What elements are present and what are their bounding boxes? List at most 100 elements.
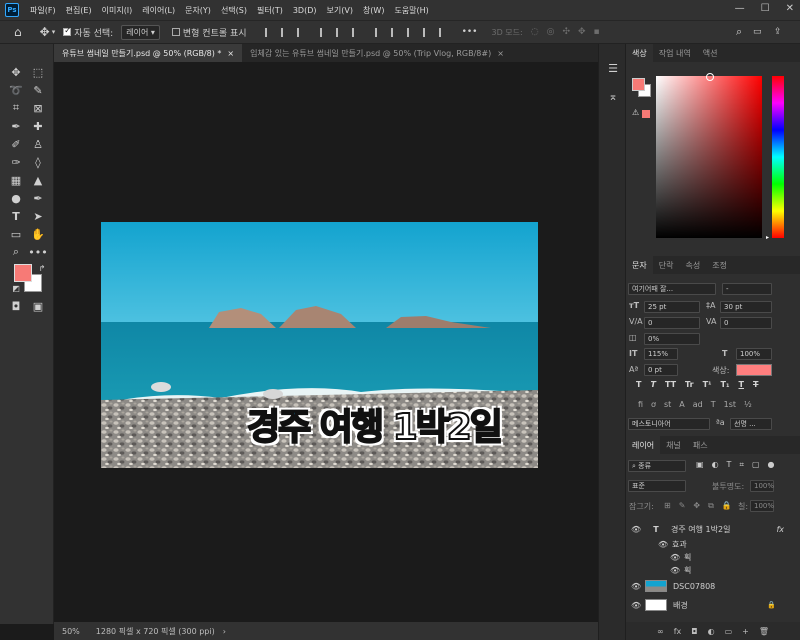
gamut-color-swatch[interactable]: [642, 110, 650, 118]
marquee-tool-icon[interactable]: ⬚: [30, 64, 46, 80]
tab-character[interactable]: 문자: [626, 256, 653, 274]
tab-history[interactable]: 작업 내역: [653, 44, 697, 62]
adjustment-layer-filter-icon[interactable]: ◐: [712, 460, 719, 470]
stylistic-alternates-button[interactable]: A: [679, 400, 684, 409]
pixel-layer-filter-icon[interactable]: ▣: [696, 460, 704, 470]
smart-object-filter-icon[interactable]: ▢: [752, 460, 760, 470]
paragraph-style-icon[interactable]: ⌅: [605, 88, 621, 104]
workspace-icon[interactable]: ▭: [753, 27, 762, 37]
visibility-eye-icon[interactable]: 👁: [631, 525, 641, 534]
text-color-swatch[interactable]: [736, 364, 772, 376]
strikethrough-button[interactable]: T: [753, 380, 758, 389]
healing-brush-tool-icon[interactable]: ✚: [30, 118, 46, 134]
align-center-icon[interactable]: [280, 27, 290, 37]
layer-effects-fx-icon[interactable]: fx: [776, 525, 784, 534]
tab-color[interactable]: 색상: [626, 44, 653, 62]
transform-controls-checkbox[interactable]: 변형 컨트롤 표시: [171, 26, 247, 39]
adjustment-layer-icon[interactable]: ◐: [708, 627, 715, 636]
menu-window[interactable]: 창(W): [358, 5, 390, 16]
quick-select-tool-icon[interactable]: ✎: [30, 82, 46, 98]
tab-paths[interactable]: 패스: [687, 436, 714, 454]
horizontal-scale-field[interactable]: 100%: [736, 348, 772, 360]
eyedropper-tool-icon[interactable]: ✒: [8, 118, 24, 134]
add-style-icon[interactable]: fx: [674, 627, 682, 636]
distribute-left-icon[interactable]: [374, 27, 384, 37]
discretionary-ligature-button[interactable]: ơ: [651, 400, 656, 409]
faux-italic-button[interactable]: T: [650, 380, 655, 389]
layer-row-photo[interactable]: 👁 DSC07808: [626, 577, 800, 595]
all-caps-button[interactable]: TT: [665, 380, 676, 389]
tracking-field[interactable]: 0: [720, 317, 772, 329]
tab-adjustments[interactable]: 조정: [706, 256, 733, 274]
status-menu-icon[interactable]: ›: [223, 627, 226, 636]
auto-select-dropdown[interactable]: 레이어 ▾: [121, 24, 160, 40]
menu-view[interactable]: 보기(V): [322, 5, 358, 16]
new-group-icon[interactable]: ▭: [725, 627, 733, 636]
tab-actions[interactable]: 액션: [697, 44, 724, 62]
align-middle-icon[interactable]: [335, 27, 345, 37]
visibility-eye-icon[interactable]: 👁: [631, 582, 641, 591]
clone-stamp-tool-icon[interactable]: ♙: [30, 136, 46, 152]
distribute-right-icon[interactable]: [406, 27, 416, 37]
tsume-field[interactable]: 0%: [644, 333, 700, 345]
opacity-field[interactable]: 100%: [750, 480, 774, 492]
pen-tool-icon[interactable]: ✒: [30, 190, 46, 206]
faux-bold-button[interactable]: T: [636, 380, 641, 389]
tab-properties[interactable]: 속성: [679, 256, 706, 274]
tab-channels[interactable]: 채널: [660, 436, 687, 454]
font-size-field[interactable]: 25 pt: [644, 301, 700, 313]
subscript-button[interactable]: T₁: [721, 380, 730, 389]
tab-thumbnail-psd[interactable]: 유튜브 썸네일 만들기.psd @ 50% (RGB/8) * ×: [54, 44, 243, 62]
superscript-button[interactable]: T¹: [703, 380, 712, 389]
fractions-button[interactable]: ½: [744, 400, 752, 409]
align-bottom-icon[interactable]: [351, 27, 361, 37]
lasso-tool-icon[interactable]: ➰: [8, 82, 24, 98]
title-text-layer[interactable]: 경주 여행 1박2일: [246, 406, 504, 450]
eraser-tool-icon[interactable]: ◊: [30, 154, 46, 170]
language-select[interactable]: 메스토니아어: [628, 418, 710, 430]
lock-image-icon[interactable]: ✎: [679, 501, 686, 511]
dodge-tool-icon[interactable]: ●: [8, 190, 24, 206]
visibility-eye-icon[interactable]: 👁: [631, 601, 641, 610]
layer-filter-select[interactable]: ⌕ 종류: [628, 460, 686, 472]
properties-panel-icon[interactable]: ☰: [605, 60, 621, 76]
zoom-tool-icon[interactable]: ⌕: [8, 244, 24, 260]
menu-image[interactable]: 이미지(I): [97, 5, 138, 16]
link-layers-icon[interactable]: ∞: [657, 627, 664, 636]
type-tool-icon[interactable]: T: [8, 208, 24, 224]
visibility-eye-icon[interactable]: 👁: [670, 566, 680, 575]
new-layer-icon[interactable]: +: [742, 627, 749, 636]
crop-tool-icon[interactable]: ⌗: [8, 100, 24, 116]
close-tab-icon[interactable]: ×: [227, 49, 234, 58]
history-brush-tool-icon[interactable]: ✑: [8, 154, 24, 170]
tab-paragraph[interactable]: 단락: [653, 256, 680, 274]
color-picker-cursor[interactable]: [706, 73, 714, 81]
menu-select[interactable]: 선택(S): [216, 5, 252, 16]
rectangle-tool-icon[interactable]: ▭: [8, 226, 24, 242]
tab-layers[interactable]: 레이어: [626, 436, 661, 454]
menu-file[interactable]: 파일(F): [25, 5, 61, 16]
align-right-icon[interactable]: [296, 27, 306, 37]
leading-field[interactable]: 30 pt: [720, 301, 772, 313]
edit-toolbar-icon[interactable]: •••: [28, 244, 47, 260]
chevron-down-icon[interactable]: ▾: [52, 28, 56, 36]
close-icon[interactable]: ✕: [786, 3, 794, 14]
distribute-center-icon[interactable]: [390, 27, 400, 37]
font-style-select[interactable]: -: [722, 283, 772, 295]
distribute-top-icon[interactable]: [422, 27, 432, 37]
filter-toggle-icon[interactable]: ●: [768, 460, 775, 470]
delete-layer-icon[interactable]: 🗑: [759, 627, 769, 636]
close-tab-icon[interactable]: ×: [497, 49, 504, 58]
gradient-tool-icon[interactable]: ▦: [8, 172, 24, 188]
align-left-icon[interactable]: [264, 27, 274, 37]
baseline-shift-field[interactable]: 0 pt: [644, 364, 678, 376]
color-panel-fg-swatch-front[interactable]: [632, 78, 645, 91]
search-icon[interactable]: ⌕: [736, 25, 742, 39]
menu-edit[interactable]: 편집(E): [61, 5, 97, 16]
lock-artboard-icon[interactable]: ⧉: [708, 501, 714, 511]
share-icon[interactable]: ⇪: [774, 27, 782, 37]
ordinals-button[interactable]: 1st: [724, 400, 736, 409]
move-tool-icon[interactable]: ✥: [40, 25, 50, 39]
ligature-button[interactable]: fi: [638, 400, 643, 409]
align-top-icon[interactable]: [319, 27, 329, 37]
